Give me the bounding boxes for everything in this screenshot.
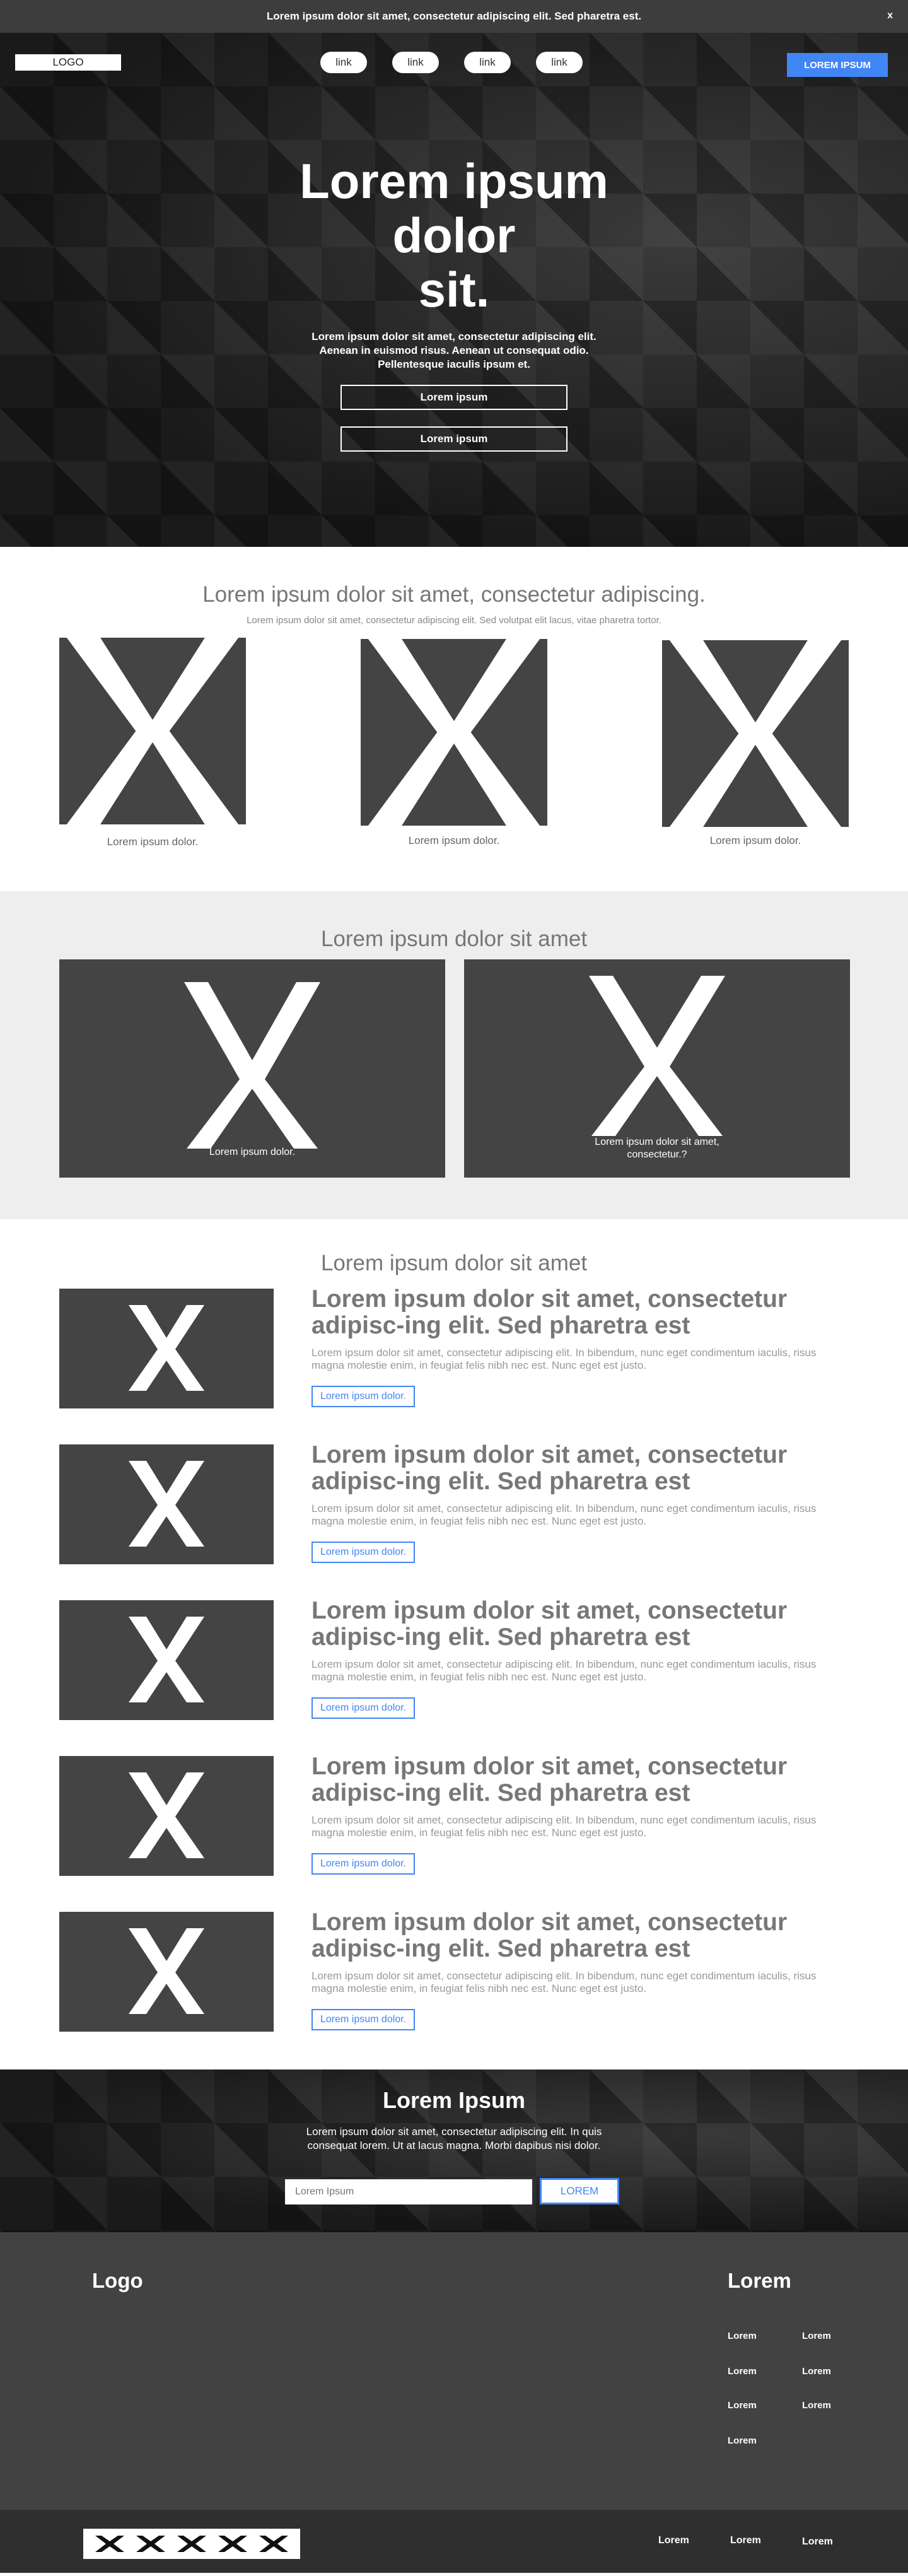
hero-title-line: dolor bbox=[392, 208, 516, 263]
social-x-icon[interactable] bbox=[258, 2534, 289, 2553]
x-placeholder-icon bbox=[184, 982, 320, 1149]
list-title: Lorem ipsum dolor sit amet bbox=[320, 1251, 588, 1275]
x-placeholder-icon bbox=[66, 638, 239, 824]
list-item-title: Lorem ipsum dolor sit amet, consectetur … bbox=[311, 1441, 788, 1495]
footer-link[interactable]: Lorem bbox=[728, 2400, 757, 2411]
list-item-text: Lorem ipsum dolor sit amet, consectetur … bbox=[311, 1814, 817, 1839]
footer-link[interactable]: Lorem bbox=[802, 2400, 831, 2411]
gallery-caption: Lorem ipsum dolor sit amet, consectetur.… bbox=[595, 1137, 719, 1160]
social-links bbox=[83, 2529, 300, 2559]
newsletter-section: Lorem Ipsum Lorem ipsum dolor sit amet, … bbox=[0, 2070, 908, 2232]
social-x-icon[interactable] bbox=[94, 2534, 125, 2553]
social-x-icon[interactable] bbox=[217, 2534, 248, 2553]
bottom-link[interactable]: Lorem bbox=[658, 2535, 689, 2546]
feature-caption: Lorem ipsum dolor. bbox=[107, 836, 199, 848]
banner-close-icon[interactable]: x bbox=[887, 10, 893, 21]
list-item-text: Lorem ipsum dolor sit amet, consectetur … bbox=[311, 1970, 817, 1994]
gallery-card: Lorem ipsum dolor. bbox=[59, 959, 445, 1178]
footer-heading: Lorem bbox=[728, 2269, 791, 2292]
list-item-text: Lorem ipsum dolor sit amet, consectetur … bbox=[311, 1658, 817, 1683]
footer-link[interactable]: Lorem bbox=[802, 2331, 831, 2341]
hero-button-primary[interactable]: Lorem ipsum bbox=[340, 385, 568, 410]
list-section: Lorem ipsum dolor sit amet Lorem ipsum d… bbox=[0, 1219, 908, 2070]
list-item-button[interactable]: Lorem ipsum dolor. bbox=[311, 1542, 416, 1563]
gallery-caption: Lorem ipsum dolor. bbox=[209, 1147, 296, 1157]
announcement-banner: Lorem ipsum dolor sit amet, consectetur … bbox=[0, 0, 908, 33]
footer-logo[interactable]: Logo bbox=[92, 2269, 143, 2293]
list-image-placeholder bbox=[59, 1289, 274, 1408]
list-item-text: Lorem ipsum dolor sit amet, consectetur … bbox=[311, 1502, 817, 1527]
hero-title-line: sit. bbox=[418, 262, 490, 317]
list-item-title: Lorem ipsum dolor sit amet, consectetur … bbox=[311, 1753, 788, 1806]
bottom-bar: Lorem Lorem Lorem bbox=[0, 2510, 908, 2573]
nav-links: link link link link bbox=[320, 52, 583, 73]
list-item-title: Lorem ipsum dolor sit amet, consectetur … bbox=[311, 1285, 788, 1339]
features-subtitle: Lorem ipsum dolor sit amet, consectetur … bbox=[247, 615, 661, 626]
nav-link[interactable]: link bbox=[464, 52, 511, 73]
x-placeholder-icon bbox=[129, 1772, 204, 1858]
features-section: Lorem ipsum dolor sit amet, consectetur … bbox=[0, 547, 908, 891]
list-item-button[interactable]: Lorem ipsum dolor. bbox=[311, 2009, 416, 2030]
nav-cta-button[interactable]: LOREM IPSUM bbox=[787, 53, 888, 77]
bottom-link[interactable]: Lorem bbox=[802, 2536, 833, 2548]
newsletter-submit-button[interactable]: LOREM bbox=[540, 2178, 619, 2204]
x-placeholder-icon bbox=[129, 1928, 204, 2014]
features-title: Lorem ipsum dolor sit amet, consectetur … bbox=[202, 582, 706, 607]
x-placeholder-icon bbox=[129, 1461, 204, 1547]
bottom-link[interactable]: Lorem bbox=[730, 2535, 761, 2546]
feature-caption: Lorem ipsum dolor. bbox=[709, 834, 801, 846]
list-image-placeholder bbox=[59, 1444, 274, 1564]
x-placeholder-icon bbox=[129, 1305, 204, 1391]
list-item-button[interactable]: Lorem ipsum dolor. bbox=[311, 1386, 416, 1407]
image-placeholder bbox=[662, 640, 849, 827]
list-item-title: Lorem ipsum dolor sit amet, consectetur … bbox=[311, 1597, 788, 1651]
newsletter-title: Lorem Ipsum bbox=[382, 2087, 526, 2113]
social-x-icon[interactable] bbox=[176, 2534, 207, 2553]
nav-link[interactable]: link bbox=[392, 52, 439, 73]
logo[interactable]: LOGO bbox=[15, 54, 121, 71]
top-nav: LOGO link link link link LOREM IPSUM bbox=[0, 44, 908, 77]
newsletter-email-input[interactable] bbox=[285, 2179, 532, 2204]
list-image-placeholder bbox=[59, 1756, 274, 1876]
image-placeholder bbox=[361, 639, 547, 826]
nav-link[interactable]: link bbox=[320, 52, 367, 73]
list-image-placeholder bbox=[59, 1912, 274, 2032]
list-item-button[interactable]: Lorem ipsum dolor. bbox=[311, 1853, 416, 1875]
gallery-card: Lorem ipsum dolor sit amet, consectetur.… bbox=[464, 959, 850, 1178]
gallery-title: Lorem ipsum dolor sit amet bbox=[320, 927, 588, 951]
x-placeholder-icon bbox=[368, 639, 540, 826]
footer-link[interactable]: Lorem bbox=[728, 2435, 757, 2446]
footer-link[interactable]: Lorem bbox=[728, 2331, 757, 2341]
social-x-icon[interactable] bbox=[135, 2534, 166, 2553]
gallery-section: Lorem ipsum dolor sit amet Lorem ipsum d… bbox=[0, 891, 908, 1219]
list-item-button[interactable]: Lorem ipsum dolor. bbox=[311, 1697, 416, 1719]
hero-subtitle: Lorem ipsum dolor sit amet, consectetur … bbox=[311, 331, 597, 370]
footer-link[interactable]: Lorem bbox=[802, 2366, 831, 2377]
newsletter-text: Lorem ipsum dolor sit amet, consectetur … bbox=[306, 2126, 602, 2152]
feature-caption: Lorem ipsum dolor. bbox=[408, 834, 500, 846]
list-image-placeholder bbox=[59, 1600, 274, 1720]
footer-link[interactable]: Lorem bbox=[728, 2366, 757, 2377]
hero-title-line: Lorem ipsum bbox=[300, 153, 608, 209]
hero-button-secondary[interactable]: Lorem ipsum bbox=[340, 426, 568, 452]
hero-section: LOGO link link link link LOREM IPSUM Lor… bbox=[0, 33, 908, 547]
footer: Logo Lorem Lorem Lorem Lorem Lorem Lorem… bbox=[0, 2232, 908, 2510]
image-placeholder bbox=[59, 638, 246, 824]
x-placeholder-icon bbox=[669, 640, 842, 827]
x-placeholder-icon bbox=[129, 1617, 204, 1702]
list-item-text: Lorem ipsum dolor sit amet, consectetur … bbox=[311, 1347, 817, 1371]
list-item-title: Lorem ipsum dolor sit amet, consectetur … bbox=[311, 1909, 788, 1962]
nav-link[interactable]: link bbox=[536, 52, 583, 73]
hero-title: Lorem ipsum dolor sit. bbox=[0, 154, 908, 317]
banner-text: Lorem ipsum dolor sit amet, consectetur … bbox=[266, 10, 642, 22]
